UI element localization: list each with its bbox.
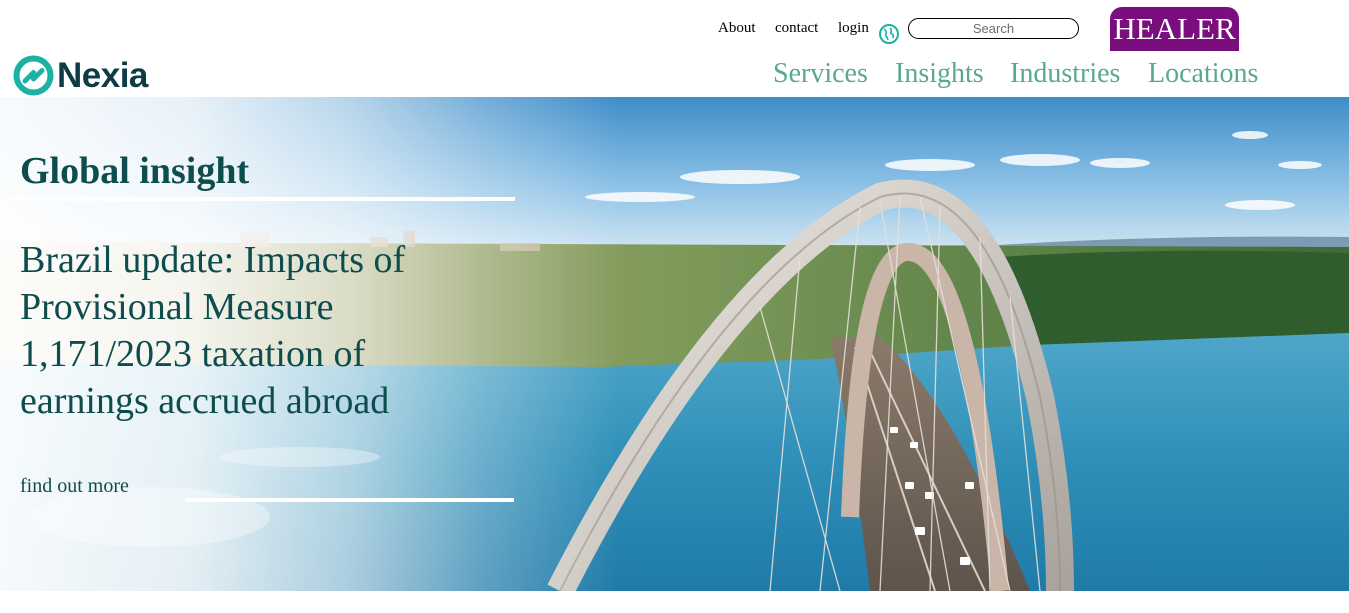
hero-headline[interactable]: Brazil update: Impacts of Provisional Me… (20, 237, 460, 425)
search-input[interactable] (908, 18, 1079, 39)
nav-services[interactable]: Services (773, 57, 868, 91)
nexia-logo-icon (13, 55, 54, 96)
healer-button[interactable]: HEALER (1110, 7, 1239, 51)
hero-banner: Global insight Brazil update: Impacts of… (0, 97, 1349, 591)
kicker-divider (10, 197, 515, 201)
nexia-logo[interactable]: Nexia (13, 55, 148, 96)
about-link[interactable]: About (718, 20, 756, 37)
find-out-more-link[interactable]: find out more (20, 475, 129, 498)
contact-link[interactable]: contact (775, 20, 818, 37)
nav-insights[interactable]: Insights (895, 57, 984, 91)
hero-kicker: Global insight (20, 150, 250, 192)
page: Nexia About contact login HEALER Service… (0, 0, 1349, 613)
nav-industries[interactable]: Industries (1010, 57, 1120, 91)
logo-wordmark: Nexia (57, 56, 148, 95)
login-link[interactable]: login (838, 20, 869, 37)
nav-locations[interactable]: Locations (1148, 57, 1258, 91)
cta-divider (185, 498, 514, 502)
site-header: Nexia About contact login HEALER Service… (0, 0, 1349, 97)
globe-icon[interactable] (878, 23, 900, 45)
